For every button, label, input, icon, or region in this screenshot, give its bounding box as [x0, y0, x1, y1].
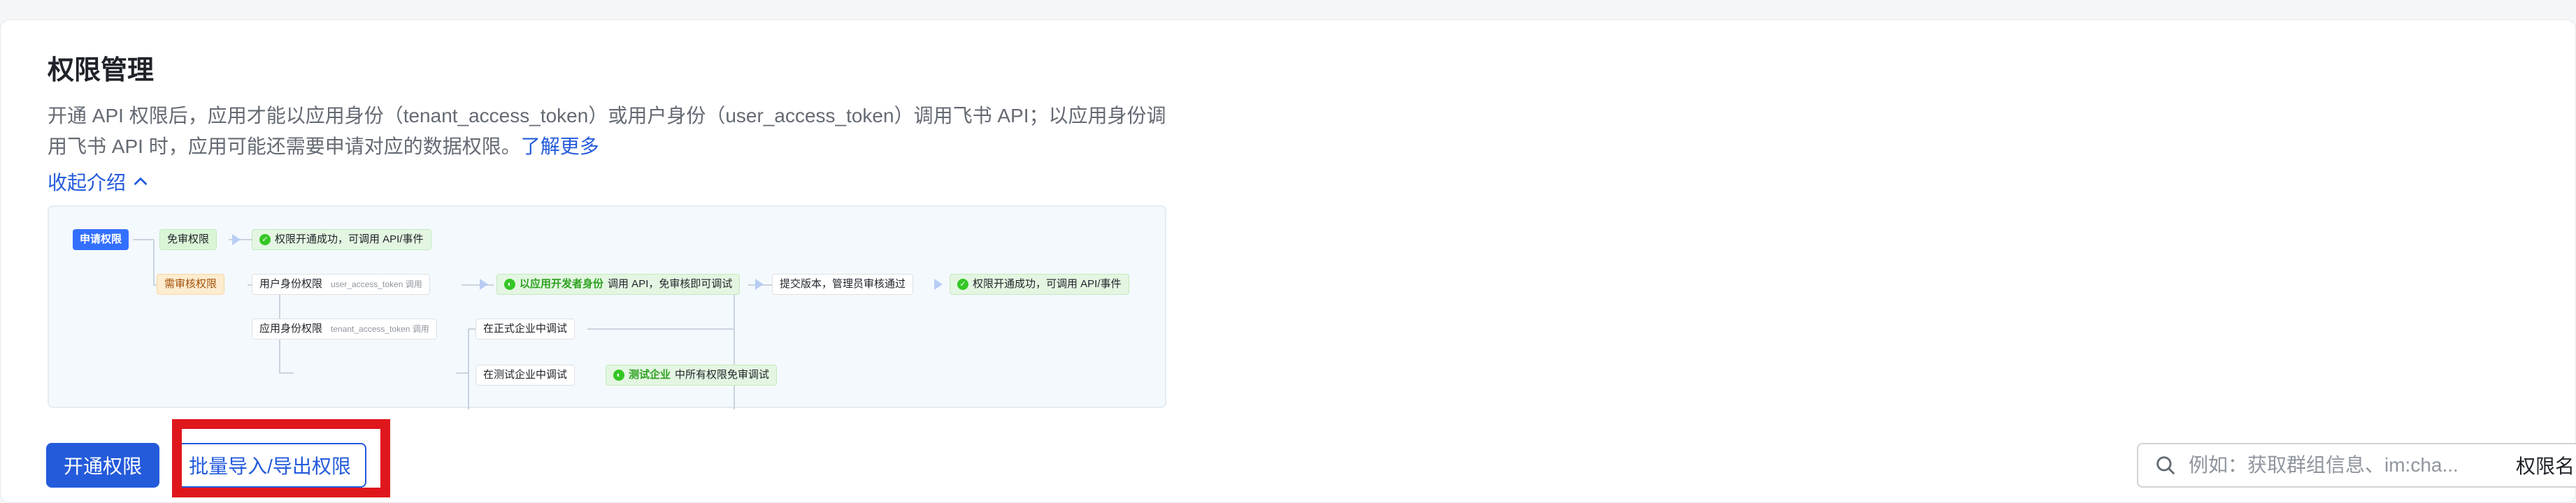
node-no-review-label: 免审权限: [167, 233, 210, 245]
chevron-up-icon: [134, 177, 148, 185]
batch-import-export-button[interactable]: 批量导入/导出权限: [173, 443, 366, 488]
node-user-permission-label: 用户身份权限: [259, 278, 323, 290]
enable-permission-button[interactable]: 开通权限: [46, 443, 159, 488]
node-submit-version: 提交版本，管理员审核通过: [772, 274, 914, 295]
filter-field-label: 权限名: [2516, 455, 2575, 477]
permission-search-box[interactable]: [2137, 443, 2500, 488]
node-test-debug-label: 在测试企业中调试: [483, 369, 568, 381]
node-user-permission-sub: user_access_token 调用: [331, 279, 422, 289]
node-formal-debug-label: 在正式企业中调试: [483, 323, 568, 335]
node-no-review: 免审权限: [159, 229, 217, 250]
node-success-1-label: 权限开通成功，可调用 API/事件: [275, 233, 424, 245]
learn-more-link[interactable]: 了解更多: [521, 136, 599, 157]
arrow-icon: [934, 279, 943, 290]
node-success-1: ✓ 权限开通成功，可调用 API/事件: [252, 229, 431, 250]
arrow-icon: [232, 234, 241, 245]
search-input[interactable]: [2187, 453, 2498, 477]
node-apply-permission: 申请权限: [73, 229, 129, 250]
search-icon: [2156, 456, 2175, 474]
developer-icon: ◐: [613, 370, 624, 381]
node-dev-identity-label: 调用 API，免审核即可调试: [608, 278, 733, 290]
node-success-2: ✓ 权限开通成功，可调用 API/事件: [950, 274, 1129, 295]
node-apply-label: 申请权限: [80, 233, 122, 245]
node-need-review: 需审核权限: [157, 274, 225, 295]
page-title: 权限管理: [48, 56, 155, 85]
node-app-permission-label: 应用身份权限: [259, 323, 323, 335]
filter-field-select[interactable]: 权限名: [2499, 443, 2576, 488]
developer-icon: ◐: [504, 279, 515, 290]
collapse-intro-toggle[interactable]: 收起介绍: [48, 166, 150, 197]
description-text: 开通 API 权限后，应用才能以应用身份（tenant_access_token…: [48, 105, 1166, 157]
node-success-2-label: 权限开通成功，可调用 API/事件: [973, 278, 1122, 290]
permission-flow-diagram: 申请权限 免审权限 ✓ 权限开通成功，可调用 API/事件 需审核权限 用户身份…: [48, 205, 1166, 409]
collapse-intro-label: 收起介绍: [48, 172, 127, 194]
check-circle-icon: ✓: [957, 279, 968, 290]
arrow-icon: [755, 279, 764, 290]
node-test-debug: 在测试企业中调试: [475, 365, 575, 386]
node-test-enterprise-highlight: 测试企业: [629, 369, 671, 381]
node-test-enterprise-label: 中所有权限免审调试: [675, 369, 770, 381]
node-need-review-label: 需审核权限: [164, 278, 217, 290]
node-test-enterprise: ◐ 测试企业 中所有权限免审调试: [606, 365, 778, 386]
arrow-icon: [480, 279, 488, 290]
node-dev-identity-highlight: 以应用开发者身份: [520, 278, 604, 290]
node-user-permission: 用户身份权限 user_access_token 调用: [252, 274, 430, 295]
node-dev-identity: ◐ 以应用开发者身份 调用 API，免审核即可调试: [496, 274, 740, 295]
node-submit-label: 提交版本，管理员审核通过: [780, 278, 906, 290]
check-circle-icon: ✓: [259, 234, 271, 245]
node-formal-debug: 在正式企业中调试: [475, 319, 575, 340]
page-description: 开通 API 权限后，应用才能以应用身份（tenant_access_token…: [48, 101, 1180, 162]
node-app-permission: 应用身份权限 tenant_access_token 调用: [252, 319, 437, 340]
node-app-permission-sub: tenant_access_token 调用: [331, 324, 429, 334]
